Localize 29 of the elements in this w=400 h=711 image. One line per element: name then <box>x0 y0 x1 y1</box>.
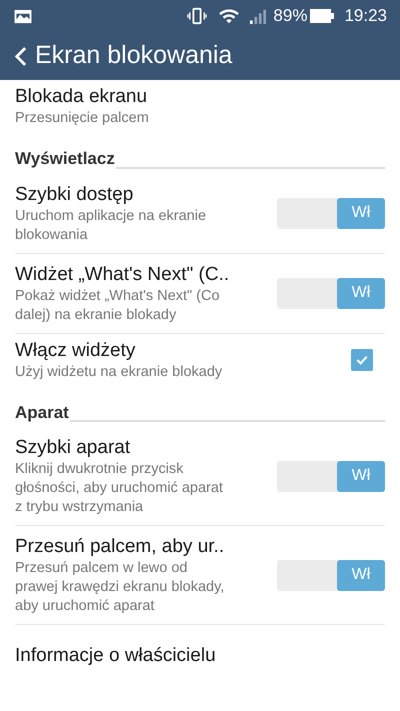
screen-title: Ekran blokowania <box>35 40 232 72</box>
back-icon[interactable] <box>14 46 27 66</box>
item-title: Włącz widżety <box>15 338 136 362</box>
image-icon <box>13 8 33 24</box>
toggle-switch[interactable]: Wł <box>277 560 385 590</box>
checkbox[interactable] <box>351 348 373 370</box>
item-summary: Przesunięcie palcem <box>15 109 150 128</box>
section-header: Wyświetlacz <box>15 148 115 170</box>
item-title: Informacje o właścicielu <box>15 644 217 668</box>
item-title: Szybki dostęp <box>15 182 134 206</box>
battery-percent: 89% <box>273 5 308 28</box>
item-title: Szybki aparat <box>15 436 132 460</box>
toggle-switch[interactable]: Wł <box>277 278 385 308</box>
toggle-switch[interactable]: Wł <box>277 198 385 228</box>
item-summary: Użyj widżetu na ekranie blokady <box>15 362 224 382</box>
battery-icon <box>310 9 334 23</box>
item-summary: Pokaż widżet „What's Next" (Co dalej) na ekranie blokady <box>15 286 221 324</box>
item-title: Blokada ekranu <box>15 85 148 109</box>
section-header: Aparat <box>15 402 69 424</box>
clock: 19:23 <box>344 5 387 28</box>
item-summary: Przesuń palcem w lewo od prawej krawędzi ekranu blokady, aby uruchomić aparat <box>15 559 226 616</box>
item-summary: Kliknij dwukrotnie przycisk głośności, aby uruchomić aparat z trybu wstrzymania <box>15 460 224 517</box>
wifi-icon <box>217 7 242 25</box>
item-title: Widżet „What's Next" (C.. <box>15 262 230 286</box>
vibrate-icon <box>187 7 208 25</box>
signal-icon <box>249 8 268 24</box>
toggle-switch[interactable]: Wł <box>277 460 385 492</box>
item-title: Przesuń palcem, aby ur.. <box>15 535 226 559</box>
item-summary: Uruchom aplikacje na ekranie blokowania <box>15 206 208 244</box>
